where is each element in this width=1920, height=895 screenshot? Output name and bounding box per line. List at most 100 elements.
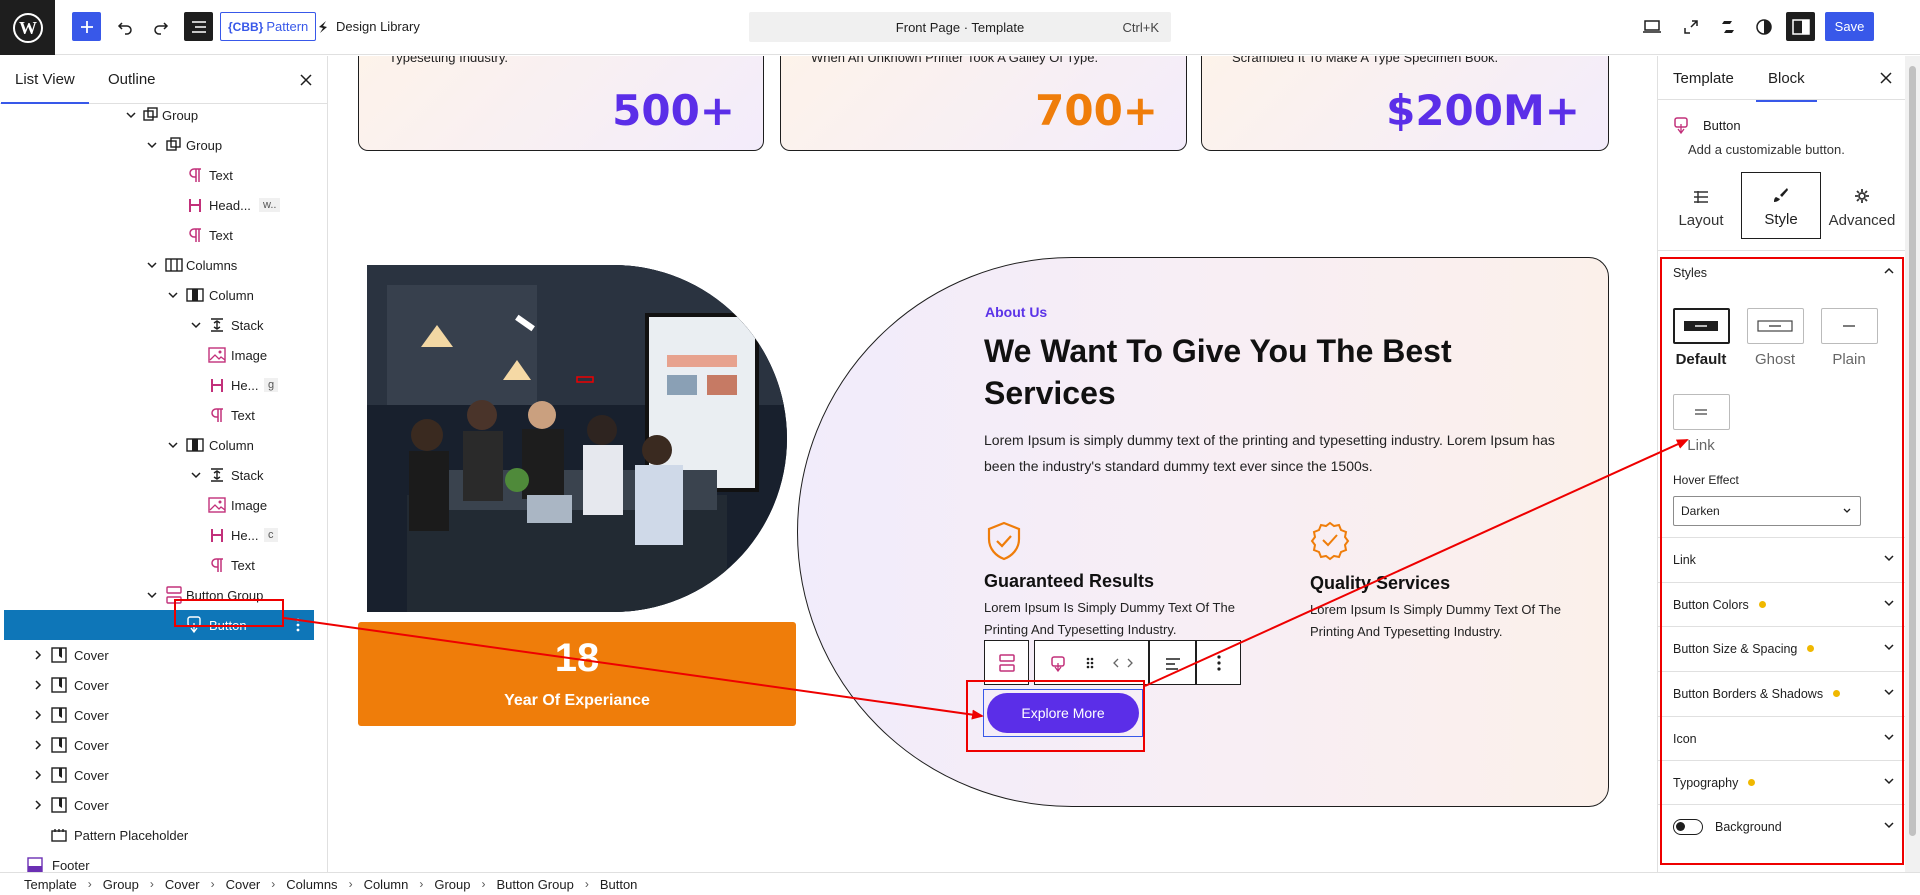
panel-background[interactable]: Background [1658, 804, 1910, 848]
panel-button-borders-shadows[interactable]: Button Borders & Shadows [1658, 671, 1910, 715]
explore-more-button[interactable]: Explore More [987, 693, 1139, 733]
add-block-button[interactable] [72, 12, 101, 41]
tree-item-selected[interactable]: Button [4, 610, 314, 640]
chevron-right-icon[interactable] [32, 739, 44, 751]
tree-item[interactable]: Text [0, 550, 314, 580]
tree-item[interactable]: Cover [0, 700, 314, 730]
panel-button-colors[interactable]: Button Colors [1658, 582, 1910, 626]
tree-item[interactable]: Pattern Placeholder [0, 820, 314, 850]
styles-contrast-icon[interactable] [1749, 12, 1778, 41]
chevron-down-icon[interactable] [167, 289, 179, 301]
tab-outline[interactable]: Outline [108, 71, 156, 88]
breadcrumb-item[interactable]: Cover [226, 877, 261, 892]
chevron-down-icon[interactable] [146, 589, 158, 601]
tree-item[interactable]: Button Group [0, 580, 314, 610]
document-title-bar[interactable]: Front Page · Template Ctrl+K [749, 12, 1171, 42]
pattern-button[interactable]: {CBB} Pattern [220, 12, 317, 41]
chevron-right-icon[interactable] [32, 799, 44, 811]
undo-icon[interactable] [110, 12, 139, 41]
panel-typography[interactable]: Typography [1658, 760, 1910, 804]
tree-item[interactable]: Column [0, 280, 314, 310]
tree-item[interactable]: Text [0, 220, 314, 250]
stat-card-3[interactable]: Scrambled It To Make A Type Specimen Boo… [1201, 56, 1609, 151]
tree-item-label: Text [209, 167, 233, 183]
background-toggle[interactable] [1673, 818, 1703, 835]
svg-text:W: W [19, 18, 37, 38]
tree-item[interactable]: Cover [0, 760, 314, 790]
style-option-link[interactable]: Link [1671, 394, 1731, 454]
more-options-icon[interactable] [296, 618, 300, 632]
tab-advanced[interactable]: Advanced [1822, 172, 1902, 239]
hover-effect-select[interactable]: Darken [1673, 496, 1861, 526]
style-option-default[interactable]: Default [1671, 308, 1731, 368]
breadcrumb-item[interactable]: Button [600, 877, 638, 892]
breadcrumb-item[interactable]: Template [24, 877, 77, 892]
styles-panel-header[interactable]: Styles [1658, 250, 1910, 294]
desktop-preview-icon[interactable] [1637, 12, 1666, 41]
chevron-right-icon[interactable] [32, 679, 44, 691]
breadcrumb-item[interactable]: Group [434, 877, 470, 892]
tree-item[interactable]: Image [0, 340, 314, 370]
external-preview-icon[interactable] [1676, 12, 1705, 41]
align-icon[interactable] [1149, 640, 1196, 685]
close-icon[interactable] [1876, 68, 1896, 88]
breadcrumb-item[interactable]: Columns [286, 877, 337, 892]
tree-item[interactable]: He... g [0, 370, 314, 400]
tab-layout[interactable]: Layout [1661, 172, 1741, 239]
tree-item[interactable]: Image [0, 490, 314, 520]
tree-item[interactable]: Text [0, 160, 314, 190]
tree-item[interactable]: Cover [0, 790, 314, 820]
tree-item[interactable]: Stack [0, 460, 314, 490]
tab-style[interactable]: Style [1741, 172, 1821, 239]
tree-item[interactable]: Cover [0, 670, 314, 700]
tree-item[interactable]: Group [0, 130, 314, 160]
wordpress-logo-icon[interactable]: W [0, 0, 55, 55]
tree-item[interactable]: Cover [0, 640, 314, 670]
settings-scrollbar-thumb[interactable] [1909, 66, 1916, 836]
more-options-icon[interactable] [1196, 640, 1241, 685]
experience-box[interactable]: 18 Year Of Experiance [358, 622, 796, 726]
settings-sidebar-icon[interactable] [1786, 12, 1815, 41]
list-view-button[interactable] [184, 12, 213, 41]
chevron-down-icon[interactable] [190, 319, 202, 331]
panel-button-size-spacing[interactable]: Button Size & Spacing [1658, 626, 1910, 670]
breadcrumb-item[interactable]: Button Group [497, 877, 574, 892]
tree-item[interactable]: Cover [0, 730, 314, 760]
tree-item[interactable]: Head... w.. [0, 190, 314, 220]
tree-item[interactable]: He... c [0, 520, 314, 550]
chevron-right-icon[interactable] [32, 709, 44, 721]
tab-template[interactable]: Template [1673, 70, 1734, 87]
chevron-down-icon[interactable] [190, 469, 202, 481]
chevron-down-icon[interactable] [146, 139, 158, 151]
tab-list-view[interactable]: List View [1, 71, 89, 104]
tree-item[interactable]: Stack [0, 310, 314, 340]
chevron-right-icon[interactable] [32, 649, 44, 661]
chevron-down-icon[interactable] [146, 259, 158, 271]
breadcrumb-item[interactable]: Column [364, 877, 409, 892]
tree-item[interactable]: Footer [0, 850, 314, 872]
save-button[interactable]: Save [1825, 12, 1874, 41]
panel-link[interactable]: Link [1658, 537, 1910, 581]
meeting-photo[interactable] [367, 265, 787, 612]
stackable-icon[interactable] [1712, 12, 1741, 41]
settings-scrollbar[interactable] [1905, 56, 1920, 872]
chevron-down-icon[interactable] [167, 439, 179, 451]
style-option-ghost[interactable]: Ghost [1745, 308, 1805, 368]
breadcrumb-item[interactable]: Group [103, 877, 139, 892]
breadcrumb-item[interactable]: Cover [165, 877, 200, 892]
stat-card-1[interactable]: Typesetting Industry. 500+ [358, 56, 764, 151]
tab-block[interactable]: Block [1756, 70, 1817, 102]
tree-item[interactable]: Group [0, 100, 314, 130]
tree-item[interactable]: Column [0, 430, 314, 460]
chevron-right-icon[interactable] [32, 769, 44, 781]
tree-item[interactable]: Text [0, 400, 314, 430]
panel-icon[interactable]: Icon [1658, 716, 1910, 760]
style-option-plain[interactable]: Plain [1819, 308, 1879, 368]
close-icon[interactable] [296, 70, 316, 90]
button-group-parent-icon[interactable] [984, 640, 1029, 685]
stat-card-2[interactable]: When An Unknown Printer Took A Galley Of… [780, 56, 1187, 151]
design-library-button[interactable]: Design Library [316, 12, 420, 41]
chevron-down-icon[interactable] [125, 109, 137, 121]
redo-icon[interactable] [146, 12, 175, 41]
tree-item[interactable]: Columns [0, 250, 314, 280]
